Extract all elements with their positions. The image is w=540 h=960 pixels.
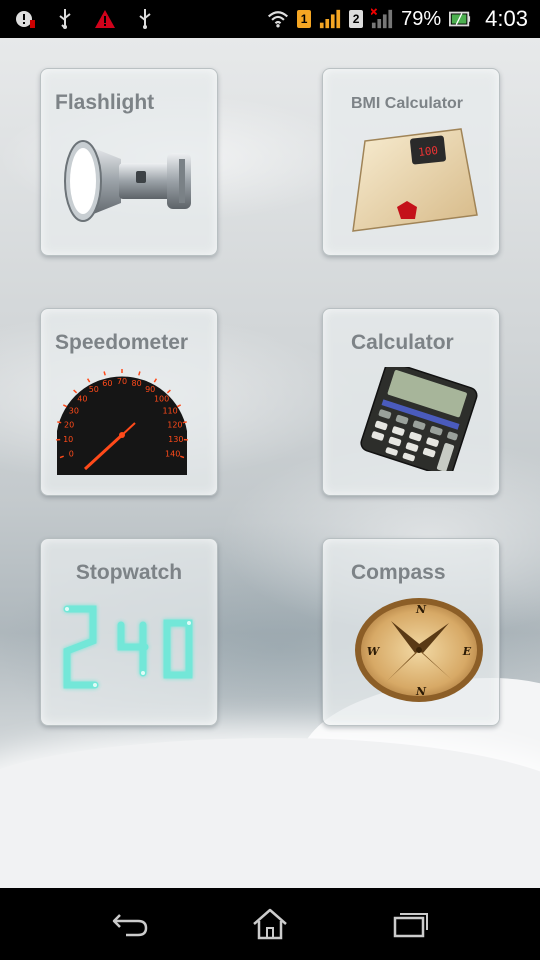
gauge-tick-label: 10 bbox=[63, 435, 73, 444]
gauge-tick-mark bbox=[153, 378, 158, 383]
gauge-tick-label: 100 bbox=[154, 394, 169, 403]
usb-icon bbox=[54, 8, 76, 30]
speedometer-tile[interactable]: Speedometer 0 10 20 30 40 50 60 70 80 90 100 110 120… bbox=[40, 308, 218, 496]
back-button[interactable] bbox=[100, 899, 160, 949]
compass-tile[interactable]: Compass N E N W bbox=[322, 538, 500, 726]
tile-label: Compass bbox=[351, 561, 446, 584]
tile-label: Stopwatch bbox=[75, 561, 183, 584]
sim2-badge: 2 bbox=[349, 10, 364, 28]
gauge-tick-mark bbox=[86, 378, 91, 383]
gauge-tick-mark bbox=[73, 389, 78, 394]
tile-label: Flashlight bbox=[55, 91, 155, 114]
scale-display: 100 bbox=[418, 144, 439, 159]
gauge-tick-mark bbox=[166, 389, 171, 394]
system-icons: 1 2 79% 4:03 bbox=[267, 6, 540, 32]
gauge-tick-label: 120 bbox=[167, 420, 182, 429]
gauge-tick-mark bbox=[57, 421, 62, 424]
warning-icon bbox=[94, 8, 116, 30]
tile-label: Speedometer bbox=[55, 331, 189, 354]
compass-label-e: E bbox=[462, 645, 472, 658]
stopwatch-digits-icon bbox=[63, 605, 193, 689]
flashlight-tile[interactable]: Flashlight bbox=[40, 68, 218, 256]
calculator-tile[interactable]: Calculator bbox=[322, 308, 500, 496]
flashlight-icon bbox=[64, 140, 191, 222]
battery-icon bbox=[449, 8, 471, 30]
gauge-tick-mark bbox=[138, 371, 141, 376]
recent-apps-button[interactable] bbox=[380, 899, 440, 949]
compass-label-w: W bbox=[367, 645, 381, 658]
home-button[interactable] bbox=[240, 899, 300, 949]
usb-icon bbox=[134, 8, 156, 30]
gauge-tick-label: 50 bbox=[89, 385, 99, 394]
app-grid-screen: Flashlight BMI Calculator 100 Speedomete… bbox=[0, 38, 540, 888]
home-icon bbox=[253, 908, 287, 940]
navigation-bar bbox=[0, 888, 540, 960]
notification-icons bbox=[0, 8, 156, 30]
wifi-icon bbox=[267, 8, 289, 30]
gauge-tick-label: 140 bbox=[165, 450, 180, 459]
tile-label: BMI Calculator bbox=[351, 95, 464, 112]
gauge-tick-label: 20 bbox=[64, 420, 74, 429]
gauge-tick-label: 30 bbox=[69, 406, 79, 415]
compass-label-n-bottom: N bbox=[415, 685, 427, 698]
gauge-tick-mark bbox=[62, 404, 68, 408]
snow-background bbox=[0, 738, 540, 888]
gauge-tick-label: 80 bbox=[132, 379, 142, 388]
gauge-tick-mark bbox=[182, 421, 187, 424]
gauge-tick-label: 40 bbox=[77, 394, 87, 403]
gauge-tick-label: 130 bbox=[168, 435, 183, 444]
bmi-calculator-tile[interactable]: BMI Calculator 100 bbox=[322, 68, 500, 256]
gauge-tick-label: 70 bbox=[117, 377, 127, 386]
signal-icon bbox=[371, 8, 393, 30]
stopwatch-tile[interactable]: Stopwatch bbox=[40, 538, 218, 726]
gauge-tick-mark bbox=[103, 371, 106, 376]
signal-icon bbox=[319, 8, 341, 30]
compass-icon: N E N W bbox=[355, 598, 483, 702]
tile-label: Calculator bbox=[351, 331, 454, 354]
gauge-tick-mark bbox=[176, 404, 182, 408]
gauge-tick-label: 60 bbox=[102, 379, 112, 388]
gauge-tick-label: 110 bbox=[162, 406, 177, 415]
status-bar: 1 2 79% 4:03 bbox=[0, 0, 540, 38]
debug-icon bbox=[14, 8, 36, 30]
calculator-icon bbox=[360, 367, 478, 471]
recent-apps-icon bbox=[393, 913, 428, 938]
gauge-tick-label: 0 bbox=[69, 450, 74, 459]
back-icon bbox=[112, 914, 148, 937]
compass-label-n: N bbox=[415, 603, 427, 616]
bathroom-scale-icon: 100 bbox=[352, 128, 478, 232]
speedometer-icon: 0 10 20 30 405060 70 8090100 110 120 130 140 bbox=[56, 369, 188, 475]
clock: 4:03 bbox=[485, 6, 528, 31]
sim1-badge: 1 bbox=[297, 10, 312, 28]
battery-percent: 79% bbox=[401, 7, 442, 30]
gauge-tick-label: 90 bbox=[145, 385, 155, 394]
